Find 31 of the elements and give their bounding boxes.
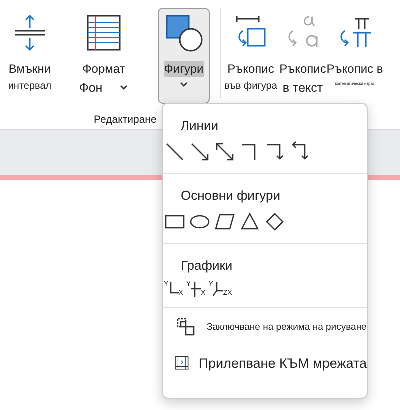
ribbon-button[interactable]: Фигури: [158, 8, 210, 104]
button-label: в текст: [282, 81, 324, 95]
shapes-icon: [164, 13, 204, 53]
ribbon-button[interactable]: Вмъкни интервал: [4, 8, 56, 104]
menu-item[interactable]: Прилепване КЪМ мрежата: [163, 342, 367, 380]
group-label: Редактиране: [94, 114, 157, 126]
axes-icon: [213, 281, 224, 297]
section-title: Графики: [181, 258, 234, 273]
button-label: Фон: [79, 81, 103, 95]
ribbon-button[interactable]: Ръкопис във фигура: [225, 8, 277, 104]
line-shape-icon[interactable]: [214, 141, 236, 163]
line-shape-icon[interactable]: [164, 141, 186, 163]
ribbon-button[interactable]: Формат Фон: [56, 8, 152, 104]
button-label: Вмъкни: [8, 61, 52, 77]
section-title: Линии: [181, 118, 220, 133]
button-label: интервал: [8, 81, 52, 92]
button-label: Ръкопис: [228, 61, 274, 77]
button-label: във фигура: [224, 81, 278, 92]
button-label: Ръкопис в: [326, 61, 384, 77]
axes-icon: [191, 281, 202, 297]
line-shape-icon[interactable]: [189, 141, 211, 163]
ribbon-button[interactable]: Ръкопис в текст: [277, 8, 329, 104]
chevron-down-icon: [118, 84, 129, 92]
chevron-down-icon: [179, 81, 189, 89]
section-title: Основни фигури: [181, 188, 282, 203]
button-label: Формат: [82, 61, 126, 77]
menu-item[interactable]: Заключване на режима на рисуване: [163, 308, 367, 342]
button-label: Фигури: [164, 61, 204, 77]
overlapping-squares-icon: [175, 316, 197, 338]
button-label: Ръкопис: [280, 61, 326, 77]
basic-shape-icon[interactable]: [264, 211, 286, 233]
